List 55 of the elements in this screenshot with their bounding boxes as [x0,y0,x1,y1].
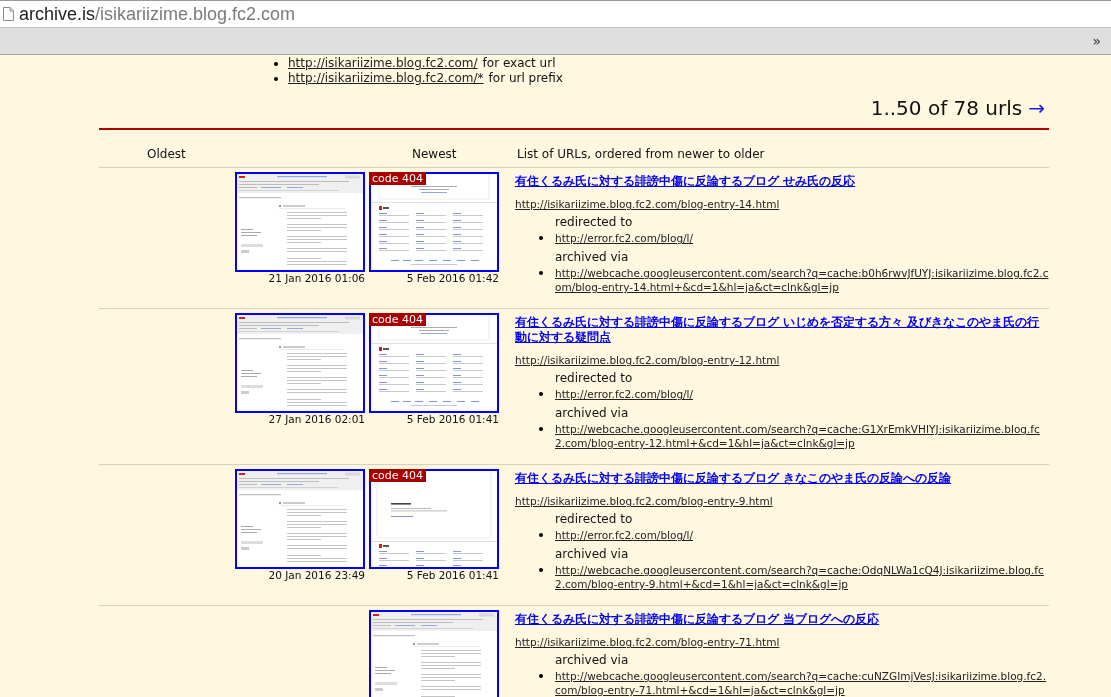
address-field[interactable]: archive.is/isikariizime.blog.fc2.com [0,0,1111,28]
bullet-icon [274,61,278,66]
next-page-link[interactable]: → [1028,96,1045,120]
snapshot-thumbnail[interactable]: code 404 [369,469,499,569]
snapshot-date: 21 Jan 2016 01:06 [268,272,365,284]
snapshot-date: 20 Jan 2016 23:49 [268,569,365,581]
detail-label: archived via [555,547,629,561]
snapshot-date: 5 Feb 2016 01:42 [406,272,499,284]
detail-link[interactable]: http://webcache.googleusercontent.com/search?q=cache:OdqNLWa1cQ4J:isikariizime.blog.fc2.com/blog-entry-9.html+&cd=1&hl=ja&ct=clnk&gl=jp [555,563,1049,591]
bullet-icon [539,568,543,572]
url-pattern-link[interactable]: http://isikariizime.blog.fc2.com/ [288,56,478,71]
snapshot-date: 5 Feb 2016 01:41 [406,413,499,425]
page-title-link[interactable]: 有住くるみ氏に対する誹謗中傷に反論するブログ きなこのやま氏の反論への反論 [515,471,952,486]
detail-link[interactable]: http://webcache.googleusercontent.com/search?q=cache:G1XrEmkVHIYJ:isikariizime.blog.fc2.com/blog-entry-12.html+&cd=1&hl=ja&ct=clnk&gl=jp [555,422,1049,450]
url-pattern-note: for url prefix [488,71,563,86]
bullet-icon [539,271,543,275]
page-url-link[interactable]: http://isikariizime.blog.fc2.com/blog-entry-12.html [515,354,780,366]
detail-label: redirected to [555,371,633,385]
result-count: 1..50 of 78 urls [870,96,1023,120]
page-url-link[interactable]: http://isikariizime.blog.fc2.com/blog-entry-9.html [515,495,773,507]
url-pattern-link[interactable]: http://isikariizime.blog.fc2.com/* [288,71,484,86]
detail-link[interactable]: http://error.fc2.com/blog/l/ [555,231,1049,245]
detail-link[interactable]: http://webcache.googleusercontent.com/search?q=cache:cuNZGImjVesJ:isikariizime.blog.fc2.com/blog-entry-71.html+&cd=1&hl=ja&ct=clnk&gl=jp [555,669,1049,697]
bullet-icon [539,392,543,396]
bullet-icon [539,674,543,678]
bullet-icon [539,236,543,240]
column-header: Newest [412,147,457,161]
detail-label: archived via [555,653,629,667]
page-url-link[interactable]: http://isikariizime.blog.fc2.com/blog-entry-14.html [515,198,780,210]
status-code-badge: code 404 [369,313,427,326]
page-title-link[interactable]: 有住くるみ氏に対する誹謗中傷に反論するブログ せみ氏の反応 [515,174,856,189]
detail-label: redirected to [555,215,633,229]
page-icon [3,7,14,21]
detail-link[interactable]: http://webcache.googleusercontent.com/search?q=cache:b0h6rwvJfUYJ:isikariizime.blog.fc2.com/blog-entry-14.html+&cd=1&hl=ja&ct=clnk&gl=jp [555,266,1049,294]
bullet-icon [539,533,543,537]
detail-link[interactable]: http://error.fc2.com/blog/l/ [555,528,1049,542]
snapshot-date: 5 Feb 2016 01:41 [406,569,499,581]
detail-label: redirected to [555,512,633,526]
bullet-icon [274,76,278,81]
column-header: Oldest [147,147,186,161]
detail-label: archived via [555,406,629,420]
snapshot-thumbnail[interactable]: code 404 [369,313,499,413]
page-title-link[interactable]: 有住くるみ氏に対する誹謗中傷に反論するブログ 当ブログへの反応 [515,612,880,627]
bullet-icon [539,427,543,431]
status-code-badge: code 404 [369,172,427,185]
detail-label: archived via [555,250,629,264]
url-pattern-note: for exact url [482,56,556,71]
page-url-link[interactable]: http://isikariizime.blog.fc2.com/blog-entry-71.html [515,636,780,648]
snapshot-thumbnail[interactable]: code 404 [369,172,499,272]
overflow-chevron-button[interactable]: » [1090,33,1103,49]
detail-link[interactable]: http://error.fc2.com/blog/l/ [555,387,1049,401]
status-code-badge: code 404 [369,469,427,482]
page-title-link[interactable]: 有住くるみ氏に対する誹謗中傷に反論するブログ いじめを否定する方々 及びきなこのやま氏の行動に対する疑問点 [515,315,1049,345]
column-header: List of URLs, ordered from newer to older [517,147,765,161]
snapshot-date: 27 Jan 2016 02:01 [268,413,365,425]
